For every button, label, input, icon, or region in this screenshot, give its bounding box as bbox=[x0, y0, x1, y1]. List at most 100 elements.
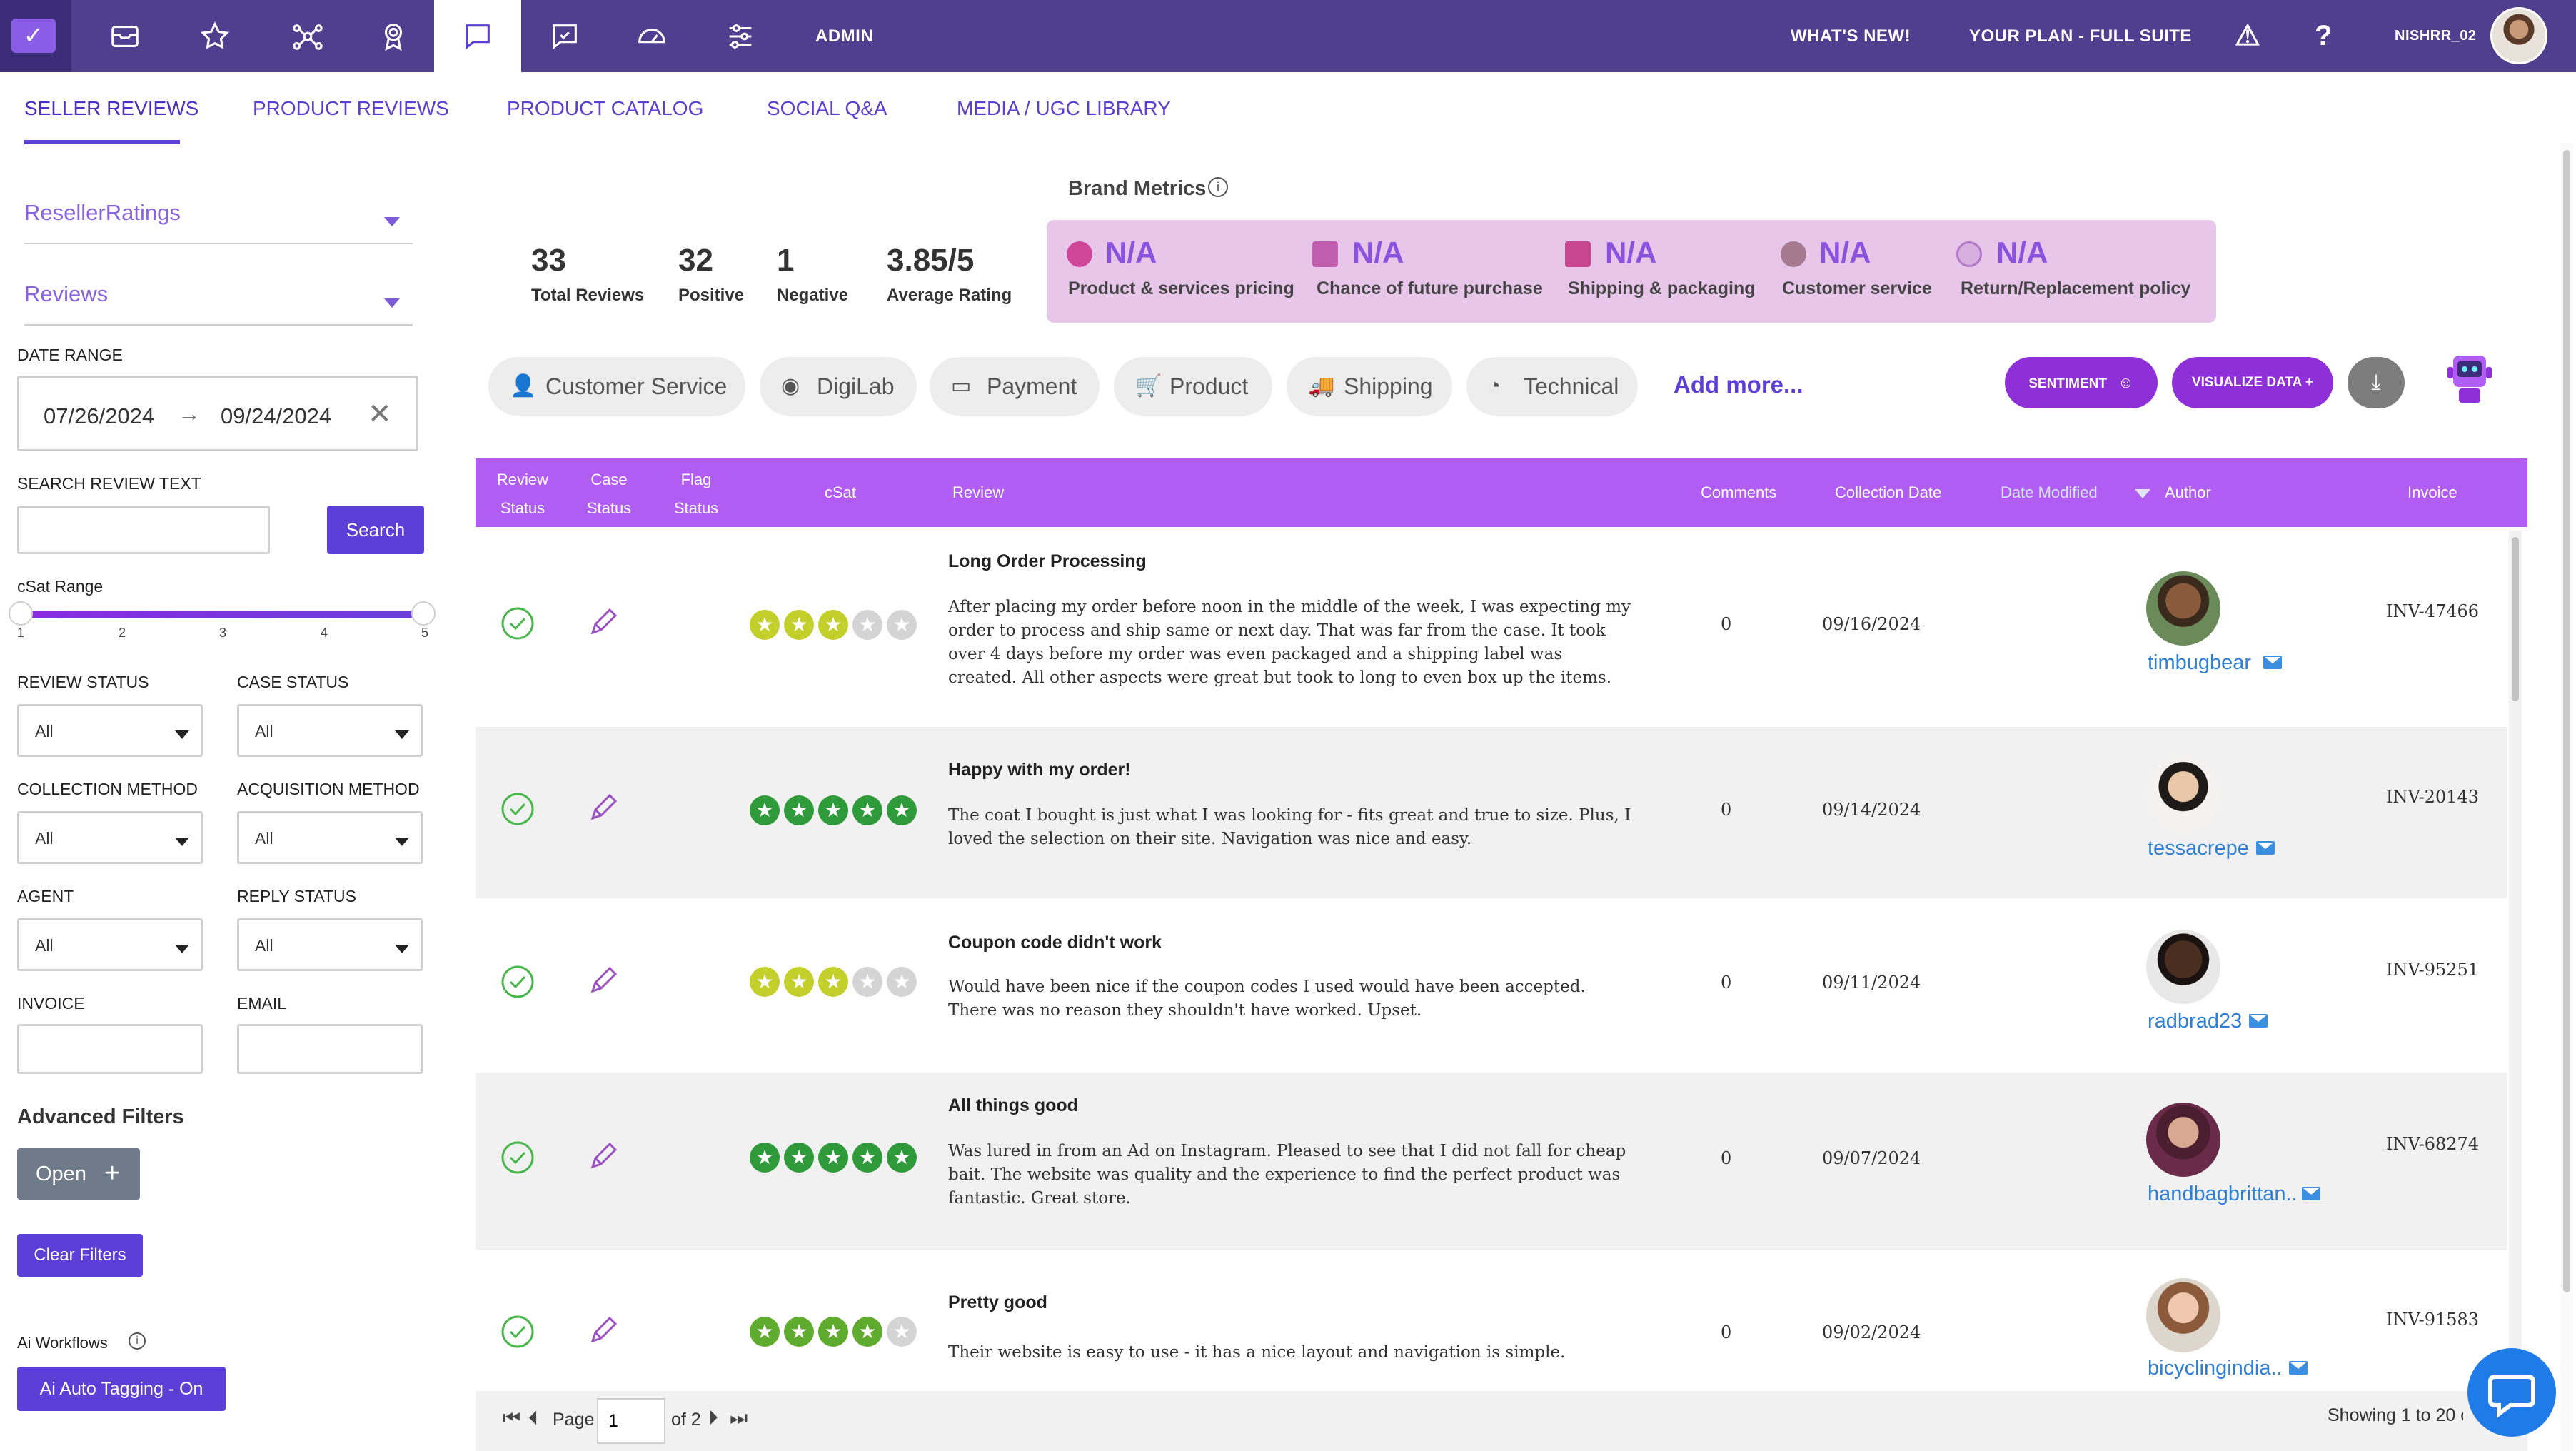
star-icon[interactable] bbox=[171, 0, 258, 72]
author-name[interactable]: bicyclingindia.. bbox=[2148, 1357, 2283, 1380]
sliders-icon[interactable] bbox=[697, 0, 784, 72]
chip-customer-service[interactable]: 👤 Customer Service bbox=[488, 357, 745, 416]
invoice-input[interactable] bbox=[17, 1024, 203, 1074]
header-author[interactable]: Author bbox=[2165, 478, 2211, 507]
plan-link[interactable]: YOUR PLAN - FULL SUITE bbox=[1969, 0, 2192, 72]
chip-payment[interactable]: ▭ Payment bbox=[930, 357, 1100, 416]
header-case-status[interactable]: Case Status bbox=[577, 466, 641, 523]
date-to[interactable]: 09/24/2024 bbox=[221, 403, 331, 429]
app-logo[interactable]: ✓ bbox=[0, 0, 71, 72]
first-page-icon[interactable]: ⏮ bbox=[503, 1407, 520, 1430]
tab-social-qa[interactable]: SOCIAL Q&A bbox=[767, 97, 887, 120]
mail-icon[interactable] bbox=[2256, 841, 2275, 855]
author-avatar[interactable] bbox=[2146, 1278, 2220, 1352]
download-icon[interactable]: ⤓ bbox=[2348, 357, 2405, 408]
header-review[interactable]: Review bbox=[952, 478, 1004, 507]
tab-product-catalog[interactable]: PRODUCT CATALOG bbox=[507, 97, 703, 120]
tab-seller-reviews[interactable]: SELLER REVIEWS bbox=[24, 97, 198, 120]
open-advanced-filters-button[interactable]: Open + bbox=[17, 1148, 140, 1200]
whats-new-link[interactable]: WHAT'S NEW! bbox=[1791, 0, 1911, 72]
award-icon[interactable] bbox=[350, 0, 437, 72]
clear-filters-button[interactable]: Clear Filters bbox=[17, 1234, 143, 1277]
last-page-icon[interactable]: ⏭ bbox=[730, 1407, 748, 1430]
header-comments[interactable]: Comments bbox=[1701, 478, 1776, 507]
author-avatar[interactable] bbox=[2146, 571, 2220, 646]
date-range-picker[interactable]: 07/26/2024 → 09/24/2024 ✕ bbox=[17, 376, 418, 451]
survey-icon[interactable] bbox=[521, 0, 608, 72]
author-name[interactable]: radbrad23 bbox=[2148, 1010, 2242, 1033]
chat-widget-button[interactable] bbox=[2467, 1348, 2556, 1437]
chip-shipping[interactable]: 🚚 Shipping bbox=[1287, 357, 1452, 416]
author-avatar[interactable] bbox=[2146, 930, 2220, 1004]
add-more-link[interactable]: Add more... bbox=[1674, 371, 1803, 398]
admin-link[interactable]: ADMIN bbox=[815, 0, 873, 72]
page-number-input[interactable] bbox=[597, 1398, 665, 1444]
header-collection-date[interactable]: Collection Date bbox=[1835, 478, 1941, 507]
case-status-select[interactable]: All bbox=[237, 704, 423, 757]
clear-date-icon[interactable]: ✕ bbox=[368, 398, 392, 431]
email-input[interactable] bbox=[237, 1024, 423, 1074]
review-title[interactable]: Long Order Processing bbox=[948, 551, 1147, 572]
header-flag-status[interactable]: Flag Status bbox=[664, 466, 728, 523]
mail-icon[interactable] bbox=[2249, 1014, 2268, 1028]
collection-method-select[interactable]: All bbox=[17, 811, 203, 864]
chip-technical[interactable]: ◔ Technical bbox=[1466, 357, 1638, 416]
review-title[interactable]: Pretty good bbox=[948, 1292, 1047, 1313]
edit-pencil-icon[interactable] bbox=[587, 793, 618, 824]
search-button[interactable]: Search bbox=[327, 506, 424, 554]
check-circle-icon[interactable] bbox=[500, 1140, 535, 1175]
source-select[interactable]: ResellerRatings bbox=[24, 187, 413, 244]
acquisition-method-select[interactable]: All bbox=[237, 811, 423, 864]
date-from[interactable]: 07/26/2024 bbox=[44, 403, 154, 429]
author-name[interactable]: tessacrepe bbox=[2148, 837, 2249, 860]
help-icon[interactable]: ? bbox=[2315, 0, 2332, 72]
username[interactable]: NISHRR_02 bbox=[2395, 0, 2477, 72]
tab-product-reviews[interactable]: PRODUCT REVIEWS bbox=[253, 97, 449, 120]
check-circle-icon[interactable] bbox=[500, 606, 535, 641]
alert-icon[interactable]: ⚠ bbox=[2235, 0, 2260, 72]
header-review-status[interactable]: Review Status bbox=[490, 466, 555, 523]
chip-product[interactable]: 🛒 Product bbox=[1114, 357, 1272, 416]
search-review-input[interactable] bbox=[17, 506, 270, 554]
csat-max-handle[interactable] bbox=[411, 601, 436, 626]
visualize-data-button[interactable]: VISUALIZE DATA + bbox=[2172, 357, 2333, 408]
sentiment-button[interactable]: SENTIMENT ☺ bbox=[2005, 357, 2158, 408]
sort-descending-icon[interactable] bbox=[2135, 489, 2150, 498]
chat-icon[interactable] bbox=[434, 0, 521, 72]
robot-assistant-icon[interactable] bbox=[2445, 351, 2495, 408]
mail-icon[interactable] bbox=[2263, 656, 2282, 669]
edit-pencil-icon[interactable] bbox=[587, 1141, 618, 1173]
csat-range-slider[interactable] bbox=[20, 611, 423, 618]
table-scroll-thumb[interactable] bbox=[2512, 537, 2519, 701]
ai-auto-tagging-button[interactable]: Ai Auto Tagging - On bbox=[17, 1367, 226, 1411]
edit-pencil-icon[interactable] bbox=[587, 1315, 618, 1347]
header-csat[interactable]: cSat bbox=[807, 478, 874, 507]
review-title[interactable]: Coupon code didn't work bbox=[948, 933, 1162, 953]
inbox-icon[interactable] bbox=[81, 0, 168, 72]
agent-select[interactable]: All bbox=[17, 918, 203, 971]
check-circle-icon[interactable] bbox=[500, 1314, 535, 1350]
review-title[interactable]: All things good bbox=[948, 1095, 1078, 1116]
next-page-icon[interactable]: ⏵ bbox=[708, 1407, 718, 1430]
author-name[interactable]: handbagbrittan.. bbox=[2148, 1183, 2298, 1206]
mail-icon[interactable] bbox=[2289, 1361, 2308, 1375]
header-invoice[interactable]: Invoice bbox=[2408, 478, 2457, 507]
info-icon[interactable]: i bbox=[1208, 177, 1228, 197]
author-name[interactable]: timbugbear bbox=[2148, 651, 2251, 675]
dashboard-icon[interactable] bbox=[608, 0, 695, 72]
author-avatar[interactable] bbox=[2146, 757, 2220, 831]
chip-digilab[interactable]: ◉ DigiLab bbox=[760, 357, 917, 416]
tab-media-ugc-library[interactable]: MEDIA / UGC LIBRARY bbox=[957, 97, 1171, 120]
csat-min-handle[interactable] bbox=[9, 601, 33, 626]
mail-icon[interactable] bbox=[2302, 1187, 2320, 1200]
reply-status-select[interactable]: All bbox=[237, 918, 423, 971]
user-avatar[interactable] bbox=[2490, 7, 2547, 64]
author-avatar[interactable] bbox=[2146, 1103, 2220, 1177]
edit-pencil-icon[interactable] bbox=[587, 965, 618, 997]
review-status-select[interactable]: All bbox=[17, 704, 203, 757]
review-type-select[interactable]: Reviews bbox=[24, 268, 413, 326]
check-circle-icon[interactable] bbox=[500, 791, 535, 827]
page-scroll-thumb[interactable] bbox=[2563, 150, 2570, 1292]
header-date-modified[interactable]: Date Modified bbox=[2001, 478, 2098, 507]
prev-page-icon[interactable]: ⏴ bbox=[528, 1407, 538, 1430]
